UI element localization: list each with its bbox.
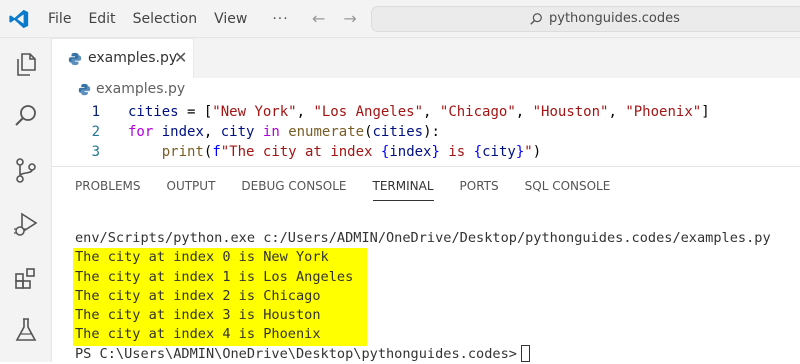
code-line: 3 print(f"The city at index {index} is {… [52, 144, 800, 165]
tab-examples-py[interactable]: examples.py ✕ [52, 38, 194, 78]
output-line: The city at index 3 is Houston [75, 307, 321, 324]
line-number: 1 [91, 104, 100, 120]
terminal-cursor[interactable] [520, 345, 530, 363]
terminal-output[interactable]: env/Scripts/python.exe c:/Users/ADMIN/On… [73, 229, 771, 364]
extensions-icon[interactable] [12, 264, 40, 292]
output-line: The city at index 1 is Los Angeles [75, 268, 354, 285]
menu-bar: File Edit Selection View ··· [48, 0, 306, 38]
code-text: for index, city in enumerate(cities): [128, 124, 440, 140]
code-line: 1 cities = ["New York", "Los Angeles", "… [52, 104, 800, 125]
tab-sql-console[interactable]: SQL CONSOLE [525, 179, 611, 193]
editor-tab-bar: examples.py ✕ [52, 38, 800, 78]
menu-view[interactable]: View [214, 11, 247, 27]
bottom-panel: PROBLEMS OUTPUT DEBUG CONSOLE TERMINAL P… [52, 166, 800, 364]
nav-arrows: ← → [312, 9, 375, 28]
tab-label: examples.py [88, 50, 178, 66]
menu-selection[interactable]: Selection [133, 11, 198, 27]
tab-ports[interactable]: PORTS [460, 179, 499, 193]
code-editor[interactable]: 1 cities = ["New York", "Los Angeles", "… [52, 102, 800, 166]
back-arrow-icon[interactable]: ← [312, 9, 325, 28]
explorer-icon[interactable] [12, 50, 40, 78]
close-tab-icon[interactable]: ✕ [174, 48, 187, 67]
search-icon [530, 13, 542, 25]
code-text: cities = ["New York", "Los Angeles", "Ch… [128, 104, 710, 120]
testing-flask-icon[interactable] [12, 316, 40, 344]
terminal-prompt: PS C:\Users\ADMIN\OneDrive\Desktop\pytho… [75, 345, 517, 362]
tab-problems[interactable]: PROBLEMS [75, 179, 141, 193]
output-line: The city at index 2 is Chicago [75, 287, 321, 304]
code-text: print(f"The city at index {index} is {ci… [161, 144, 542, 160]
more-menu-icon[interactable]: ··· [272, 11, 288, 27]
line-number: 2 [91, 124, 100, 140]
search-text: pythonguides.codes [549, 11, 680, 26]
menu-file[interactable]: File [48, 11, 71, 27]
python-file-icon [68, 52, 82, 66]
search-sidebar-icon[interactable] [12, 102, 40, 130]
source-control-icon[interactable] [12, 156, 40, 184]
breadcrumb-file[interactable]: examples.py [96, 81, 185, 97]
tab-debug-console[interactable]: DEBUG CONSOLE [241, 179, 346, 193]
breadcrumb: examples.py [52, 78, 800, 102]
output-line: The city at index 0 is New York [75, 249, 329, 266]
code-line: 2 for index, city in enumerate(cities): [52, 124, 800, 145]
activity-bar [0, 38, 52, 362]
line-number: 3 [91, 144, 100, 160]
title-bar: File Edit Selection View ··· ← → pythongu… [0, 0, 800, 38]
menu-edit[interactable]: Edit [88, 11, 115, 27]
terminal-prompt-line: PS C:\Users\ADMIN\OneDrive\Desktop\pytho… [75, 345, 771, 364]
panel-tabs: PROBLEMS OUTPUT DEBUG CONSOLE TERMINAL P… [75, 179, 636, 201]
tab-terminal[interactable]: TERMINAL [372, 179, 434, 201]
command-center-search[interactable]: pythonguides.codes [371, 6, 800, 32]
vscode-logo-icon [9, 9, 29, 29]
forward-arrow-icon[interactable]: → [343, 9, 356, 28]
tab-output[interactable]: OUTPUT [167, 179, 216, 193]
python-file-icon [78, 83, 91, 96]
output-line: The city at index 4 is Phoenix [75, 326, 321, 343]
terminal-command: env/Scripts/python.exe c:/Users/ADMIN/On… [75, 230, 771, 246]
run-debug-icon[interactable] [12, 210, 40, 238]
